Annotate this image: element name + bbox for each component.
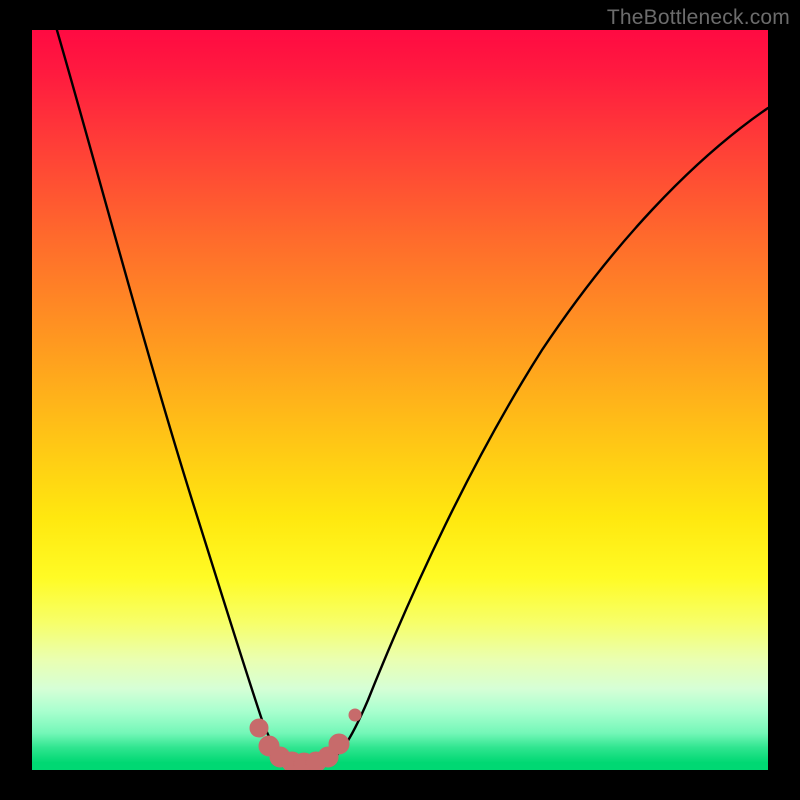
chart-frame: TheBottleneck.com [0, 0, 800, 800]
bottleneck-curve [54, 30, 768, 764]
plot-area [32, 30, 768, 770]
watermark-text: TheBottleneck.com [607, 6, 790, 30]
curve-layer [32, 30, 768, 770]
marker-band [250, 709, 361, 770]
